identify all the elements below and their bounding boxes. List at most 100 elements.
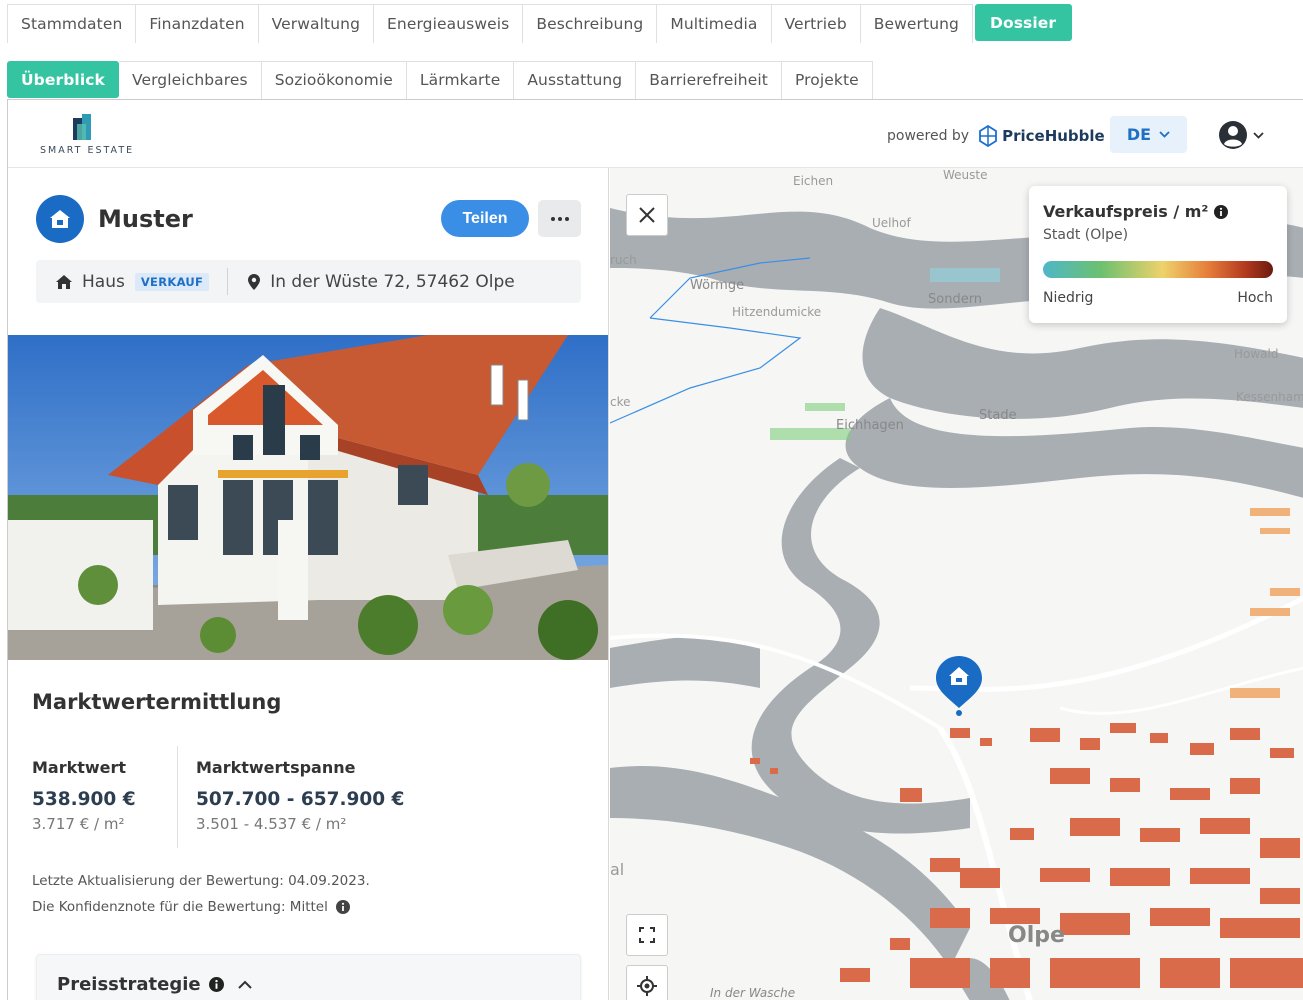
map-label: Kessenhammer (1236, 390, 1303, 404)
status-badge: VERKAUF (134, 272, 210, 291)
property-title-row: Muster (36, 195, 193, 243)
tab-beschreibung[interactable]: Beschreibung (523, 4, 658, 43)
market-range-label: Marktwertspanne (196, 758, 356, 777)
chevron-down-icon (1159, 131, 1170, 138)
property-type: Haus (82, 271, 125, 292)
share-button[interactable]: Teilen (441, 200, 529, 237)
last-update-note: Letzte Aktualisierung der Bewertung: 04.… (32, 873, 370, 889)
map-label: Wörmge (690, 278, 745, 293)
map-label: Olpe (1008, 923, 1065, 948)
divider (177, 746, 178, 848)
info-icon[interactable] (208, 976, 224, 992)
market-value: 538.900 € (32, 789, 136, 810)
legend-title: Verkaufspreis / m² (1043, 202, 1209, 221)
property-panel: Muster Teilen Haus VERKAUF In der Wüste … (8, 168, 609, 1000)
pricehubble-text: PriceHubble (1002, 127, 1105, 145)
tab-bewertung[interactable]: Bewertung (860, 4, 973, 43)
map-label: al (610, 860, 625, 879)
powered-by-text: powered by (887, 128, 970, 144)
legend-subtitle: Stadt (Olpe) (1043, 227, 1129, 243)
house-icon (56, 274, 72, 289)
legend-scale-labels: Niedrig Hoch (1043, 290, 1273, 306)
price-strategy-section[interactable]: Preisstrategie (36, 954, 581, 1000)
tab-stammdaten[interactable]: Stammdaten (7, 4, 137, 43)
property-marker-icon[interactable] (934, 654, 984, 716)
legend-high-label: Hoch (1237, 290, 1273, 306)
more-dot (557, 216, 562, 221)
market-value-sqm: 3.717 € / m² (32, 815, 125, 833)
last-update-text: Letzte Aktualisierung der Bewertung: 04.… (32, 873, 370, 889)
user-menu[interactable] (1218, 120, 1264, 150)
house-icon (36, 195, 84, 243)
close-icon (639, 207, 655, 223)
tab-ueberblick[interactable]: Überblick (7, 61, 119, 98)
location-pin-icon (248, 273, 261, 290)
map-label: Uelhof (872, 216, 911, 230)
property-photo (8, 335, 608, 660)
dossier-header: SMART ESTATE powered by PriceHubble DE (8, 100, 1303, 168)
confidence-text: Die Konfidenznote für die Bewertung: Mit… (32, 899, 328, 915)
fullscreen-icon (639, 927, 655, 943)
more-dot (550, 216, 555, 221)
locate-icon (637, 976, 657, 996)
legend-color-scale (1043, 261, 1273, 278)
property-address: In der Wüste 72, 57462 Olpe (270, 271, 515, 292)
chevron-up-icon[interactable] (237, 980, 252, 989)
map-label: ruch (610, 253, 637, 267)
map-label: Eichhagen (836, 418, 904, 433)
dossier-frame: SMART ESTATE powered by PriceHubble DE M… (7, 99, 1303, 1000)
fullscreen-button[interactable] (626, 914, 668, 956)
tab-ausstattung[interactable]: Ausstattung (514, 61, 637, 99)
tab-soziooekonomie[interactable]: Sozioökonomie (261, 61, 407, 99)
property-info-bar: Haus VERKAUF In der Wüste 72, 57462 Olpe (36, 260, 581, 303)
market-value-block: Marktwert 538.900 € 3.717 € / m² (32, 758, 136, 833)
tab-barrierefreiheit[interactable]: Barrierefreiheit (636, 61, 782, 99)
more-options-button[interactable] (538, 200, 581, 237)
price-legend: Verkaufspreis / m² Stadt (Olpe) Niedrig … (1029, 186, 1287, 323)
info-icon[interactable] (1214, 204, 1229, 219)
user-avatar-icon (1219, 121, 1247, 149)
chevron-down-icon (1253, 131, 1264, 139)
building-logo-icon (73, 114, 91, 140)
legend-title-row: Verkaufspreis / m² (1043, 202, 1273, 221)
language-value: DE (1126, 125, 1152, 144)
map-label: Hitzendumicke (732, 305, 822, 319)
tab-energieausweis[interactable]: Energieausweis (374, 4, 524, 43)
language-select[interactable]: DE (1110, 116, 1187, 153)
valuation-title: Marktwertermittlung (32, 690, 282, 714)
tab-projekte[interactable]: Projekte (781, 61, 873, 99)
map-label: cke (610, 395, 631, 409)
tab-finanzdaten[interactable]: Finanzdaten (136, 4, 259, 43)
market-range-value: 507.700 - 657.900 € (196, 789, 405, 810)
tab-row-dossier: Überblick Vergleichbares Sozioökonomie L… (7, 61, 873, 99)
tab-row-main: Stammdaten Finanzdaten Verwaltung Energi… (7, 4, 1073, 43)
locate-button[interactable] (626, 965, 668, 1000)
market-range-block: Marktwertspanne 507.700 - 657.900 € 3.50… (196, 758, 404, 833)
smart-estate-logo: SMART ESTATE (40, 112, 140, 158)
logo-text: SMART ESTATE (40, 145, 135, 156)
tab-laermkarte[interactable]: Lärmkarte (406, 61, 515, 99)
pricehubble-icon (979, 125, 997, 147)
market-value-label: Marktwert (32, 758, 127, 777)
tab-vertrieb[interactable]: Vertrieb (771, 4, 861, 43)
market-range-sqm: 3.501 - 4.537 € / m² (196, 815, 347, 833)
divider (227, 268, 229, 295)
map-label: In der Wasche (710, 986, 796, 1000)
more-dot (564, 216, 569, 221)
tab-dossier[interactable]: Dossier (975, 4, 1073, 41)
map-label: Stade (979, 408, 1017, 423)
map-label: Weuste (943, 168, 988, 182)
pricehubble-brand[interactable]: PriceHubble (978, 125, 1105, 147)
map-label: Sondern (928, 292, 983, 307)
price-map[interactable]: Eichen Weuste Uelhof Wörmge Sondern Hitz… (610, 168, 1303, 1000)
tab-vergleichbares[interactable]: Vergleichbares (118, 61, 262, 99)
tab-verwaltung[interactable]: Verwaltung (258, 4, 375, 43)
legend-low-label: Niedrig (1043, 290, 1094, 306)
map-label: Howald (1234, 347, 1279, 361)
info-icon[interactable] (335, 900, 350, 914)
close-map-button[interactable] (626, 194, 668, 236)
property-name: Muster (98, 205, 193, 233)
tab-multimedia[interactable]: Multimedia (657, 4, 772, 43)
price-strategy-label: Preisstrategie (57, 973, 201, 995)
confidence-note: Die Konfidenznote für die Bewertung: Mit… (32, 899, 350, 915)
